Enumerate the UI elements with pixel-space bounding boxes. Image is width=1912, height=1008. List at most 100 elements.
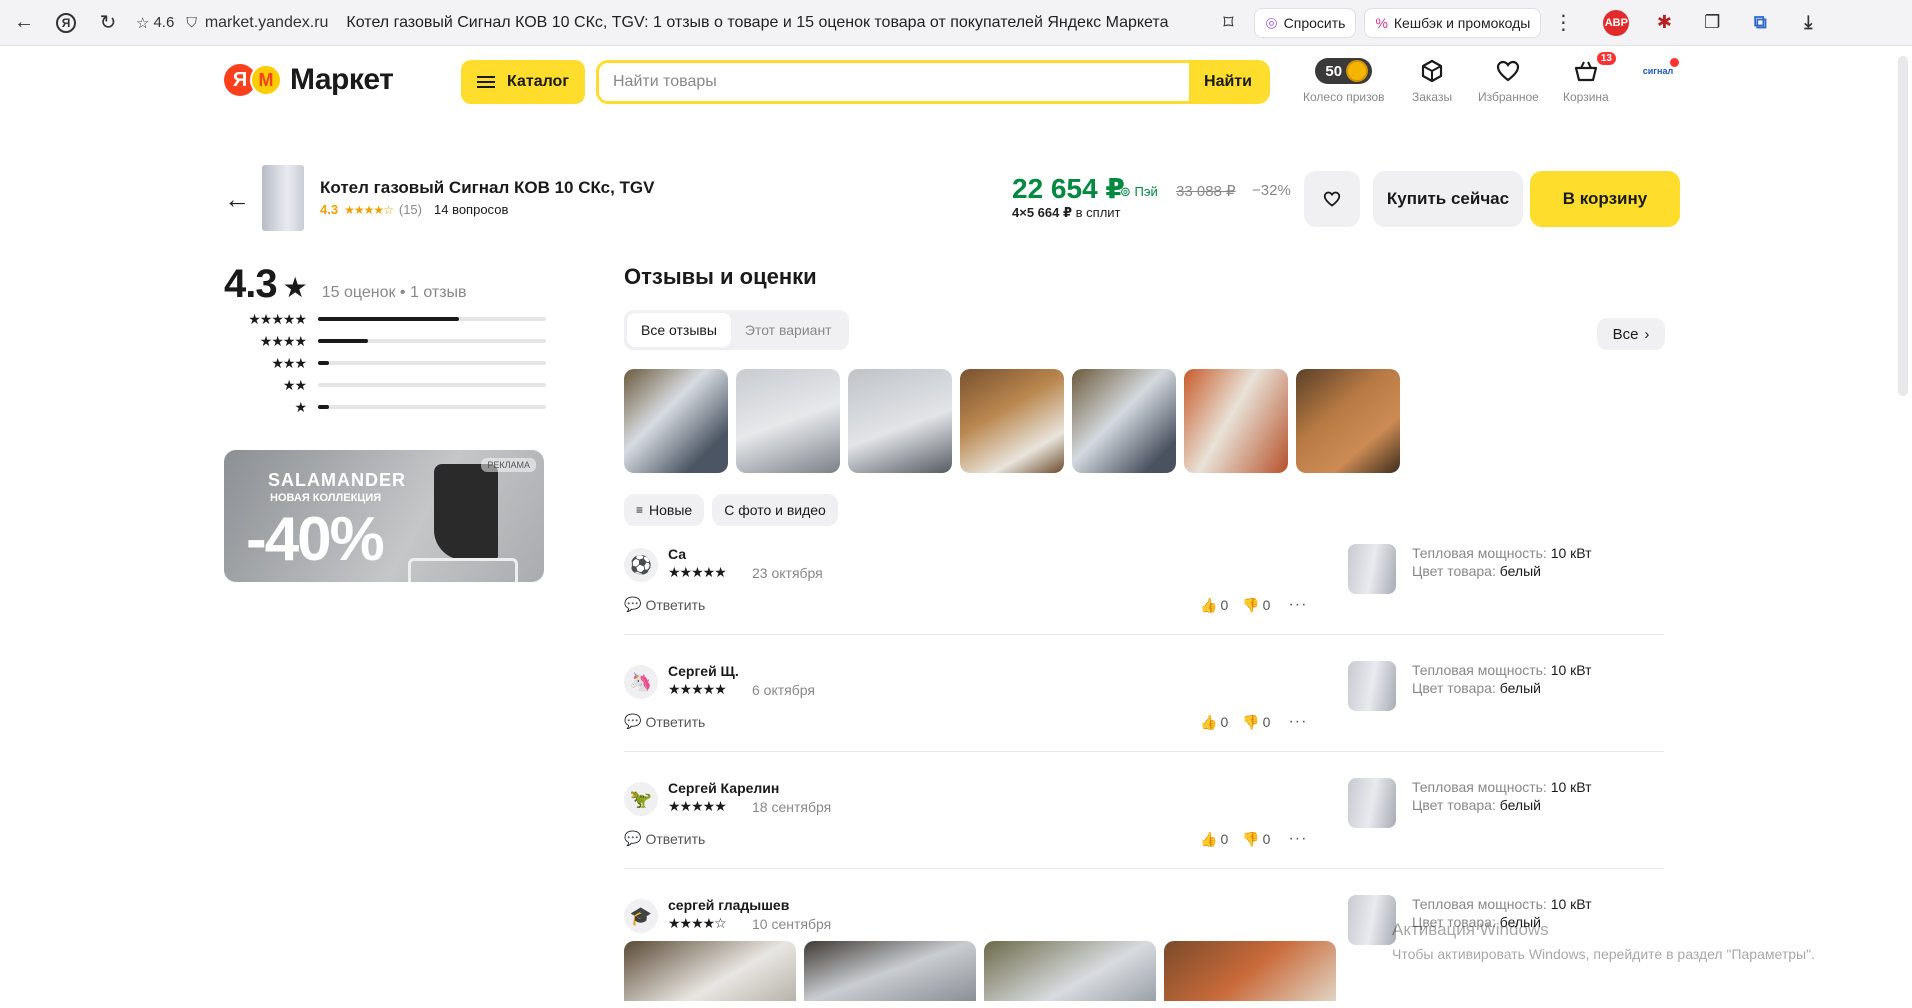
reviewer-name[interactable]: Сергей Карелин <box>668 780 779 796</box>
review-attached-photos <box>624 941 1336 1001</box>
percent-icon: % <box>1375 14 1388 31</box>
add-favorite-button[interactable] <box>1304 171 1360 227</box>
avatar[interactable]: ⚽ <box>624 548 658 582</box>
rating-bar <box>318 405 546 409</box>
review-photo[interactable] <box>1184 369 1288 473</box>
ask-button[interactable]: ◎ Спросить <box>1254 7 1357 38</box>
review-photo[interactable] <box>736 369 840 473</box>
product-title[interactable]: Котел газовый Сигнал КОВ 10 СКс, TGV <box>320 178 655 198</box>
reviewer-name[interactable]: Са <box>668 546 686 562</box>
more-dots-icon[interactable]: ··· <box>1288 713 1307 731</box>
rating-row[interactable]: ★ <box>224 396 546 418</box>
favorites-label: Избранное <box>1478 90 1539 104</box>
like-button[interactable]: 👍 0 <box>1200 597 1228 614</box>
rating-bar <box>318 383 546 387</box>
ad-label[interactable]: РЕКЛАМА <box>481 458 536 472</box>
filter-media-chip[interactable]: С фото и видео <box>712 494 838 526</box>
windows-watermark: Активация Windows Чтобы активировать Win… <box>1392 920 1815 962</box>
avatar[interactable]: 🦄 <box>624 665 658 699</box>
pay-badge: ⊚ Пэй <box>1120 184 1158 199</box>
dislike-button[interactable]: 👎 0 <box>1242 597 1270 614</box>
cashback-button[interactable]: % Кешбэк и промокоды <box>1364 7 1542 38</box>
sort-new-chip[interactable]: ≡ Новые <box>624 494 705 526</box>
review-attached-photo[interactable] <box>1164 941 1336 1001</box>
more-dots-icon[interactable]: ··· <box>1288 596 1307 614</box>
profile-link[interactable]: сигнал <box>1640 58 1679 84</box>
review-attached-photo[interactable] <box>804 941 976 1001</box>
catalog-button[interactable]: Каталог <box>461 60 585 104</box>
split-info[interactable]: 4×5 664 ₽ в сплит <box>1012 205 1121 221</box>
site-rating[interactable]: ☆ 4.6 <box>136 14 174 32</box>
review-photo[interactable] <box>1296 369 1400 473</box>
collections-icon[interactable]: ❐ <box>1699 10 1725 36</box>
box-icon <box>1421 58 1443 84</box>
tab-all-reviews[interactable]: Все отзывы <box>627 313 731 347</box>
reload-icon[interactable]: ↻ <box>90 5 126 41</box>
orders-link[interactable]: Заказы <box>1412 58 1452 104</box>
rating-row[interactable]: ★★ <box>224 374 546 396</box>
address-bar[interactable]: ⛉ market.yandex.ru <box>186 14 328 32</box>
like-button[interactable]: 👍 0 <box>1200 714 1228 731</box>
product-thumbnail[interactable] <box>262 165 304 231</box>
translate-icon[interactable]: ⧉ <box>1747 10 1773 36</box>
review-photo[interactable] <box>624 369 728 473</box>
all-photos-button[interactable]: Все › <box>1597 318 1665 350</box>
add-to-cart-button[interactable]: В корзину <box>1530 171 1680 227</box>
review-photo[interactable] <box>960 369 1064 473</box>
cart-label: Корзина <box>1563 90 1609 104</box>
product-meta: 4.3 ★★★★☆ (15) 14 вопросов <box>320 202 508 217</box>
tab-this-variant[interactable]: Этот вариант <box>731 313 846 347</box>
reviewer-name[interactable]: Сергей Щ. <box>668 663 739 679</box>
rating-bar-fill <box>318 405 330 409</box>
review-attached-photo[interactable] <box>624 941 796 1001</box>
review-attached-photo[interactable] <box>984 941 1156 1001</box>
cart-link[interactable]: 13 Корзина <box>1563 52 1616 104</box>
prize-wheel-link[interactable]: 50 Колесо призов <box>1303 58 1385 104</box>
browser-toolbar: ← Я ↻ ☆ 4.6 ⛉ market.yandex.ru Котел газов… <box>0 0 1912 46</box>
yandex-icon[interactable]: Я <box>48 5 84 41</box>
ad-banner[interactable]: SALAMANDER НОВАЯ КОЛЛЕКЦИЯ -40% РЕКЛАМА <box>224 450 544 582</box>
heart-icon <box>1323 191 1341 207</box>
adblock-icon[interactable]: ABP <box>1603 9 1630 36</box>
dislike-button[interactable]: 👎 0 <box>1242 831 1270 848</box>
market-logo[interactable]: Я M Маркет <box>224 63 394 97</box>
search-button[interactable]: Найти <box>1189 63 1267 101</box>
reply-button[interactable]: 💬 Ответить <box>624 713 705 730</box>
downloads-icon[interactable]: ⤓ <box>1795 10 1821 36</box>
rating-counts: 15 оценок • 1 отзыв <box>321 284 467 301</box>
rating-row[interactable]: ★★★★★ <box>224 308 546 330</box>
buy-now-button[interactable]: Купить сейчас <box>1373 171 1523 227</box>
avatar[interactable]: 🦖 <box>624 782 658 816</box>
back-arrow-icon[interactable]: ← <box>224 184 250 215</box>
reply-button[interactable]: 💬 Ответить <box>624 830 705 847</box>
ad-discount: -40% <box>246 505 385 574</box>
bug-icon[interactable]: ✱ <box>1651 10 1677 36</box>
divider <box>624 868 1664 869</box>
burger-icon <box>477 76 495 88</box>
thumbs-down-icon: 👎 <box>1242 830 1260 847</box>
catalog-label: Каталог <box>507 73 569 90</box>
avatar[interactable]: 🎓 <box>624 899 658 933</box>
scrollbar[interactable] <box>1898 56 1908 396</box>
thumbs-up-icon: 👍 <box>1200 830 1218 847</box>
review-photo[interactable] <box>848 369 952 473</box>
back-icon[interactable]: ← <box>6 5 42 41</box>
rating-bar <box>318 317 546 321</box>
more-dots-icon[interactable]: ··· <box>1288 830 1307 848</box>
review-votes: 👍 0 👎 0 ··· <box>1200 596 1307 614</box>
rating-row[interactable]: ★★★ <box>224 352 546 374</box>
reviewer-name[interactable]: сергей гладышев <box>668 897 789 913</box>
review-photo[interactable] <box>1072 369 1176 473</box>
rating-row[interactable]: ★★★★ <box>224 330 546 352</box>
rating-bar-fill <box>318 361 330 365</box>
reply-button[interactable]: 💬 Ответить <box>624 596 705 613</box>
search-input[interactable] <box>599 63 1189 101</box>
review-stars: ★★★★☆ <box>668 915 727 931</box>
favorites-link[interactable]: Избранное <box>1478 58 1539 104</box>
shield-icon: ⛉ <box>186 14 197 30</box>
bookmark-icon[interactable]: ⌑ <box>1210 5 1246 41</box>
questions-link[interactable]: 14 вопросов <box>434 202 508 217</box>
menu-dots-icon[interactable]: ⋮ <box>1545 5 1581 41</box>
dislike-button[interactable]: 👎 0 <box>1242 714 1270 731</box>
like-button[interactable]: 👍 0 <box>1200 831 1228 848</box>
